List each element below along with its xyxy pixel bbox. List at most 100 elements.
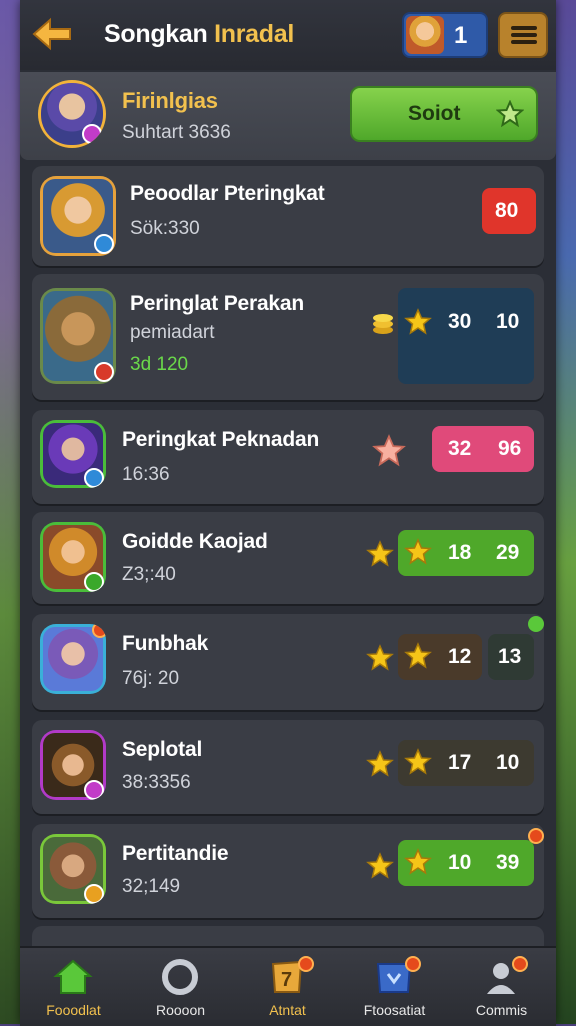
nav-label: Ftoosatiat bbox=[363, 1002, 426, 1018]
player-level: 1 bbox=[454, 22, 468, 49]
rank-dot-icon bbox=[84, 884, 104, 904]
player-name: Peringkat Peknadan bbox=[122, 428, 320, 451]
rank-dot-icon bbox=[84, 780, 104, 800]
list-item[interactable]: Goidde Kaojad Z3;:40 18 29 bbox=[32, 512, 544, 604]
menu-button[interactable] bbox=[498, 12, 548, 58]
player-score: 38:3356 bbox=[122, 772, 191, 793]
back-arrow-icon bbox=[32, 17, 71, 51]
rank-pill: 80 bbox=[482, 188, 536, 234]
back-button[interactable] bbox=[30, 14, 76, 54]
notification-dot-icon bbox=[528, 828, 544, 844]
sort-button[interactable]: Soiot bbox=[350, 86, 538, 142]
player-avatar bbox=[40, 176, 116, 256]
rank-value: 18 bbox=[448, 541, 472, 564]
svg-text:7: 7 bbox=[281, 969, 292, 991]
rank-value: 96 bbox=[498, 437, 522, 460]
coin-stack-icon bbox=[373, 314, 393, 334]
rank-pill: 18 29 bbox=[398, 530, 534, 576]
list-item[interactable]: Seplotal 38:3356 17 10 bbox=[32, 720, 544, 814]
my-name: Firinlgias bbox=[122, 88, 218, 113]
player-avatar bbox=[40, 624, 106, 694]
rank-value: 12 bbox=[448, 645, 472, 668]
star-icon bbox=[404, 308, 432, 335]
rank-pill: 32 96 bbox=[432, 426, 534, 472]
rank-value: 10 bbox=[496, 751, 520, 774]
rank-dot-icon bbox=[94, 234, 114, 254]
notification-dot-icon bbox=[298, 956, 314, 972]
player-avatar bbox=[40, 288, 116, 384]
menu-line-icon bbox=[511, 40, 537, 44]
my-rank-row: Firinlgias Suhtart 3636 Soiot bbox=[20, 72, 556, 160]
rank-value: 13 bbox=[498, 645, 522, 668]
list-item[interactable]: Pertitandie 32;149 10 39 bbox=[32, 824, 544, 918]
rank-pill: 30 10 bbox=[398, 288, 534, 384]
home-icon bbox=[53, 959, 93, 994]
notification-dot-icon bbox=[405, 956, 421, 972]
star-icon bbox=[366, 750, 394, 777]
rank-value: 80 bbox=[495, 199, 519, 222]
nav-item-ring[interactable]: Roooon bbox=[127, 948, 234, 1026]
my-avatar bbox=[38, 80, 106, 148]
nav-label: Roooon bbox=[155, 1002, 206, 1018]
player-avatar bbox=[406, 16, 444, 54]
nav-item-shield[interactable]: Ftoosatiat bbox=[341, 948, 448, 1026]
my-score: Suhtart 3636 bbox=[122, 122, 231, 143]
rank-value: 32 bbox=[448, 437, 472, 460]
player-title: pemiadart bbox=[130, 322, 215, 343]
star-icon bbox=[404, 538, 432, 565]
rank-value: 30 bbox=[448, 310, 472, 333]
player-score: 3d 120 bbox=[130, 354, 189, 375]
player-name: Pertitandie bbox=[122, 842, 229, 865]
rank-pill: 17 10 bbox=[398, 740, 534, 786]
star-icon bbox=[372, 434, 406, 467]
notification-dot-icon bbox=[92, 624, 106, 638]
list-item[interactable]: Peringkat Peknadan 16:36 32 96 bbox=[32, 410, 544, 504]
star-icon bbox=[366, 852, 394, 879]
menu-line-icon bbox=[511, 26, 537, 30]
list-item[interactable]: Funbhak 76j: 20 12 13 bbox=[32, 614, 544, 710]
rank-value: 10 bbox=[448, 851, 472, 874]
rank-dot-icon bbox=[84, 572, 104, 592]
page-title: Songkan Inradal bbox=[104, 20, 294, 49]
rank-value: 29 bbox=[496, 541, 520, 564]
player-name: Peringlat Perakan bbox=[130, 292, 305, 315]
rank-value: 10 bbox=[496, 310, 520, 333]
nav-item-trophy[interactable]: 7 Atntat bbox=[234, 948, 341, 1026]
nav-label: Commis bbox=[475, 1002, 528, 1018]
player-avatar bbox=[40, 834, 106, 904]
player-score: 76j: 20 bbox=[122, 668, 180, 689]
notification-dot-icon bbox=[512, 956, 528, 972]
star-icon bbox=[366, 540, 394, 567]
player-score: 32;149 bbox=[122, 876, 181, 897]
my-rank-dot-icon bbox=[82, 124, 102, 144]
title-accent-text: Inradal bbox=[214, 20, 294, 48]
nav-item-community[interactable]: Commis bbox=[448, 948, 555, 1026]
star-badge-icon bbox=[496, 100, 524, 128]
rank-pill: 12 bbox=[398, 634, 482, 680]
title-main-text: Songkan bbox=[104, 20, 208, 48]
rank-value: 17 bbox=[448, 751, 472, 774]
rank-pill: 10 39 bbox=[398, 840, 534, 886]
player-avatar bbox=[40, 420, 106, 488]
player-name: Funbhak bbox=[122, 632, 209, 655]
player-name: Goidde Kaojad bbox=[122, 530, 268, 553]
rank-dot-icon bbox=[94, 362, 114, 382]
leaderboard-panel: Songkan Inradal 1 Firinlgias Suhtart 363… bbox=[20, 0, 556, 1026]
star-icon bbox=[366, 644, 394, 671]
rank-dot-icon bbox=[84, 468, 104, 488]
nav-label: Fooodlat bbox=[46, 1002, 101, 1018]
rank-pill: 13 bbox=[488, 634, 534, 680]
player-profile-badge[interactable]: 1 bbox=[402, 12, 488, 58]
bottom-navigation: Fooodlat Roooon 7 Atntat Ftoosatiat Comm… bbox=[20, 946, 556, 1026]
player-avatar bbox=[40, 730, 106, 800]
player-name: Peoodlar Pteringkat bbox=[130, 182, 325, 205]
player-name: Seplotal bbox=[122, 738, 203, 761]
list-item[interactable]: Peringlat Perakan pemiadart 3d 120 30 10 bbox=[32, 274, 544, 400]
star-icon bbox=[404, 748, 432, 775]
nav-item-home[interactable]: Fooodlat bbox=[20, 948, 127, 1026]
player-score: 16:36 bbox=[122, 464, 170, 485]
star-icon bbox=[404, 642, 432, 669]
player-score: Z3;:40 bbox=[122, 564, 176, 585]
list-item[interactable]: Peoodlar Pteringkat Sök:330 80 bbox=[32, 166, 544, 266]
star-icon bbox=[404, 848, 432, 875]
